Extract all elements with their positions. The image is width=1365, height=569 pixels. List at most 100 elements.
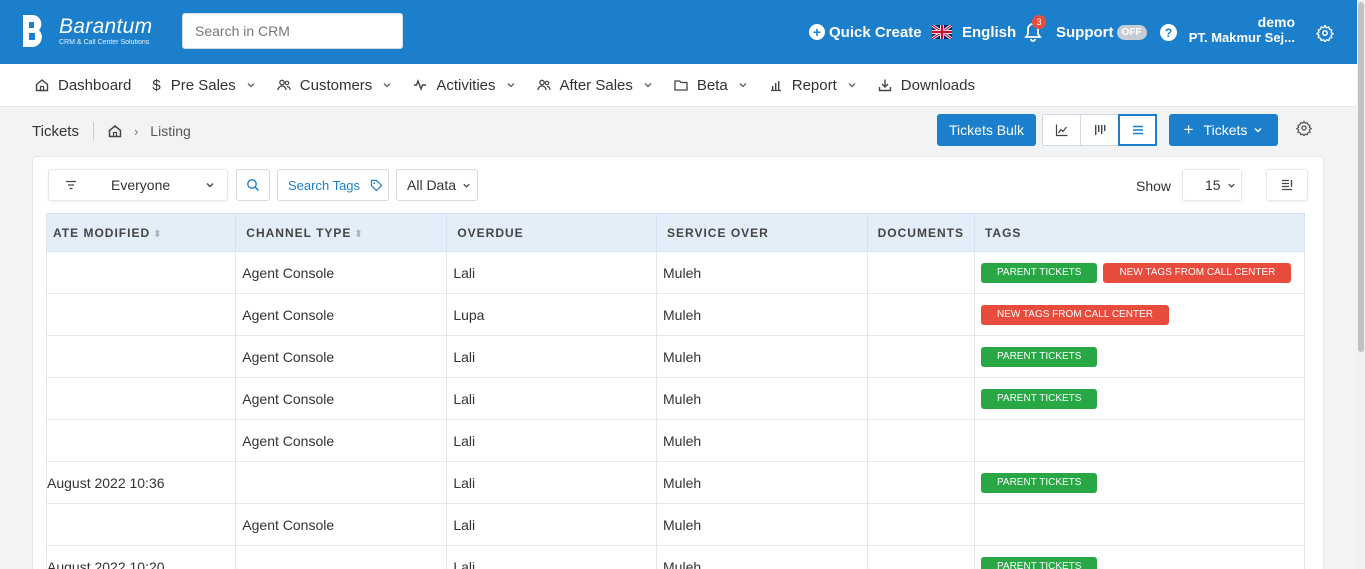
- notification-badge: 3: [1032, 15, 1046, 29]
- cell-service-over: Muleh: [656, 251, 868, 294]
- nav-downloads[interactable]: Downloads: [878, 77, 975, 94]
- help-icon[interactable]: ?: [1160, 24, 1177, 41]
- nav-label: Report: [791, 76, 837, 94]
- cell-channel-type: Agent Console: [235, 377, 448, 420]
- cell-tags: PARENT TICKETS: [973, 377, 1306, 420]
- nav-activities[interactable]: Activities: [413, 77, 515, 94]
- cell-documents: [866, 419, 975, 462]
- nav-report[interactable]: Report: [769, 77, 857, 94]
- chevron-down-icon: [1254, 128, 1262, 133]
- list-view-button[interactable]: [1118, 114, 1157, 146]
- gear-icon[interactable]: [1316, 24, 1334, 42]
- table-row[interactable]: Agent Console Lali Muleh PARENT TICKETS: [47, 377, 1306, 420]
- user-menu[interactable]: demo PT. Makmur Sej...: [1189, 14, 1295, 46]
- column-header-service-over[interactable]: SERVICE OVER: [656, 213, 868, 252]
- logo-name: Barantum: [59, 15, 153, 38]
- tag-badge[interactable]: NEW TAGS FROM CALL CENTER: [980, 305, 1169, 325]
- nav-after-sales[interactable]: After Sales: [536, 77, 653, 94]
- cell-tags: PARENT TICKETS NEW TAGS FROM CALL CENTER: [973, 251, 1306, 294]
- tag-badge[interactable]: PARENT TICKETS: [980, 557, 1098, 569]
- column-header-tags[interactable]: TAGS: [973, 213, 1306, 252]
- tag-badge[interactable]: PARENT TICKETS: [980, 347, 1098, 367]
- tag-badge[interactable]: NEW TAGS FROM CALL CENTER: [1103, 263, 1292, 283]
- table-row[interactable]: Agent Console Lali Muleh: [47, 419, 1306, 462]
- cell-date-modified: [47, 377, 237, 420]
- column-header-overdue[interactable]: OVERDUE: [446, 213, 658, 252]
- nav-pre-sales[interactable]: $ Pre Sales: [152, 77, 255, 94]
- dollar-icon: $: [152, 76, 161, 94]
- cell-overdue: Lali: [446, 251, 658, 294]
- table-row[interactable]: Agent Console Lali Muleh PARENT TICKETS NEW …: [47, 251, 1306, 294]
- column-header-channel-type[interactable]: CHANNEL TYPE ⬍: [235, 213, 448, 252]
- cell-service-over: Muleh: [656, 419, 868, 462]
- cell-documents: [866, 251, 975, 294]
- logo[interactable]: Barantum CRM & Call Center Solutions: [20, 13, 152, 49]
- table-row[interactable]: Agent Console Lupa Muleh NEW TAGS FROM CALL…: [47, 293, 1306, 336]
- download-icon: [878, 79, 891, 92]
- cell-channel-type: Agent Console: [235, 419, 448, 462]
- search-tags-button[interactable]: Search Tags: [277, 169, 389, 201]
- barantum-logo-icon: [23, 15, 42, 47]
- sort-icon[interactable]: ⬍: [354, 229, 363, 240]
- cell-documents: [866, 545, 975, 569]
- chevron-down-icon: [739, 83, 747, 88]
- cell-overdue: Lali: [446, 377, 658, 420]
- owner-filter[interactable]: Everyone: [48, 169, 228, 201]
- search-icon: [247, 179, 260, 192]
- sort-icon[interactable]: ⬍: [153, 229, 162, 240]
- nav-label: Pre Sales: [170, 76, 236, 94]
- nav-label: Customers: [299, 76, 373, 94]
- divider: [92, 122, 94, 140]
- column-header-date-modified[interactable]: ATE MODIFIED ⬍: [47, 213, 237, 252]
- chevron-down-icon: [247, 83, 255, 88]
- nav-label: Downloads: [900, 76, 975, 94]
- nav-beta[interactable]: Beta: [674, 77, 748, 94]
- search-button[interactable]: [236, 169, 270, 201]
- cell-date-modified: [47, 293, 237, 336]
- uk-flag-icon: [932, 25, 952, 39]
- quick-create-label: Quick Create: [829, 23, 922, 41]
- tag-badge[interactable]: PARENT TICKETS: [980, 263, 1098, 283]
- chart-view-button[interactable]: [1042, 114, 1081, 146]
- cell-date-modified: August 2022 10:36: [47, 461, 237, 504]
- support-toggle[interactable]: Support OFF: [1056, 22, 1147, 42]
- search-input[interactable]: [182, 13, 403, 49]
- cell-overdue: Lupa: [446, 293, 658, 336]
- support-switch[interactable]: OFF: [1116, 24, 1147, 40]
- columns-icon: [1282, 179, 1293, 191]
- kanban-view-button[interactable]: [1080, 114, 1119, 146]
- cell-date-modified: [47, 419, 237, 462]
- table-row[interactable]: August 2022 10:36 Lali Muleh PARENT TICKETS: [47, 461, 1306, 504]
- tag-badge[interactable]: PARENT TICKETS: [980, 389, 1098, 409]
- line-chart-icon: [1055, 124, 1067, 137]
- owner-filter-value: Everyone: [111, 177, 171, 193]
- scrollbar-thumb[interactable]: [1358, 2, 1364, 352]
- column-header-documents[interactable]: DOCUMENTS: [866, 213, 975, 252]
- tickets-table-container[interactable]: ATE MODIFIED ⬍ CHANNEL TYPE ⬍ OVERDUE SERV…: [46, 213, 1310, 569]
- data-scope-select[interactable]: All Data: [396, 169, 478, 201]
- cell-service-over: Muleh: [656, 545, 868, 569]
- cell-documents: [866, 461, 975, 504]
- page-scrollbar[interactable]: [1357, 0, 1365, 569]
- column-settings-button[interactable]: [1266, 169, 1308, 201]
- plus-icon: +: [1183, 120, 1194, 139]
- add-ticket-button[interactable]: + Tickets: [1169, 114, 1278, 146]
- table-row[interactable]: August 2022 10:20 Lali Muleh PARENT TICKETS: [47, 545, 1306, 569]
- activity-icon: [414, 79, 427, 91]
- home-icon[interactable]: [108, 124, 122, 138]
- page-size-select[interactable]: 15: [1182, 169, 1242, 201]
- nav-dashboard[interactable]: Dashboard: [35, 77, 131, 94]
- cell-tags: PARENT TICKETS: [973, 545, 1306, 569]
- nav-customers[interactable]: Customers: [277, 77, 393, 94]
- cell-channel-type: [235, 461, 448, 504]
- cell-channel-type: Agent Console: [235, 503, 448, 546]
- table-row[interactable]: Agent Console Lali Muleh PARENT TICKETS: [47, 335, 1306, 378]
- language-selector[interactable]: English: [932, 22, 1016, 42]
- quick-create-button[interactable]: + Quick Create: [809, 22, 922, 42]
- gear-icon[interactable]: [1296, 120, 1312, 136]
- tag-badge[interactable]: PARENT TICKETS: [980, 473, 1098, 493]
- table-row[interactable]: Agent Console Lali Muleh: [47, 503, 1306, 546]
- tickets-bulk-button[interactable]: Tickets Bulk: [937, 114, 1036, 146]
- show-label: Show: [1136, 178, 1172, 194]
- cell-date-modified: [47, 251, 237, 294]
